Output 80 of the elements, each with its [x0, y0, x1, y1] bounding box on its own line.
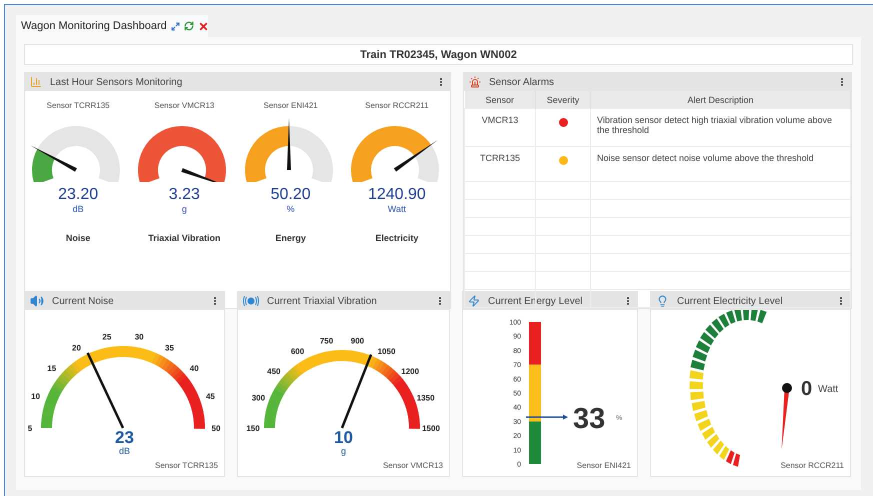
gauge-track — [414, 144, 439, 182]
gauge-value: 1240.90 — [368, 186, 426, 204]
dashboard-tab[interactable]: Wagon Monitoring Dashboard — [16, 15, 208, 37]
gauge-name: Energy — [275, 233, 306, 243]
gauge-name: Noise — [66, 233, 90, 243]
unit-label: dB — [118, 446, 130, 456]
unit-label: g — [182, 204, 187, 214]
gauge-needle — [30, 145, 78, 172]
gauge-value: 0 — [801, 378, 812, 400]
panel-title: Current Noise — [52, 296, 115, 306]
refresh-button[interactable] — [184, 21, 194, 31]
unit-label: dB — [72, 204, 84, 214]
panel-title: Current Triaxial Vibration — [267, 296, 378, 306]
tick-label: 40 — [189, 364, 198, 374]
tick-label: 600 — [290, 346, 304, 356]
tick-label: 900 — [350, 336, 364, 346]
table-cell: TCRR135 — [464, 146, 536, 182]
gauge-track — [288, 126, 333, 182]
tick-label: 20 — [72, 343, 80, 352]
tick-label: 150 — [246, 424, 260, 432]
table-cell: Vibration sensor detect high triaxial vibration volume above the threshold — [590, 108, 850, 146]
tick-label: 35 — [164, 343, 174, 352]
siren-icon — [469, 76, 481, 88]
unit-label: g — [340, 446, 346, 456]
close-button[interactable] — [198, 20, 209, 32]
sensor-label: Sensor VMCR13 — [154, 101, 214, 110]
gauge-value: 3.23 — [168, 186, 200, 204]
tick-label: 750 — [319, 336, 333, 346]
tick-label: 1050 — [377, 346, 395, 356]
tick-label: 50 — [211, 424, 220, 432]
unit-label: Watt — [818, 384, 838, 395]
gauge-name: Electricity — [375, 233, 418, 243]
lightbulb-icon — [656, 294, 669, 308]
column-header: Alert Description — [590, 91, 850, 108]
gauge-name: Triaxial Vibration — [148, 233, 221, 243]
tick-label: 30 — [134, 332, 144, 342]
bar-segment — [529, 364, 541, 422]
needle-pivot — [782, 383, 792, 393]
panel-title: Last Hour Sensors Monitoring — [50, 76, 184, 88]
vibration-icon — [243, 295, 259, 307]
level-marker — [526, 414, 568, 420]
sensor-label: Sensor RCCR211 — [365, 101, 429, 110]
tick-label: 1350 — [416, 394, 434, 403]
sensor-label: Sensor VMCR13 — [382, 461, 443, 470]
sensor-label: Sensor RCCR211 — [780, 461, 844, 470]
speaker-icon — [30, 294, 44, 308]
sensor-label: Sensor TCRR135 — [155, 461, 218, 470]
lightning-icon — [468, 295, 480, 307]
tick-label: 450 — [266, 366, 280, 376]
bar-segment — [529, 421, 541, 464]
tick-label: 1200 — [400, 366, 419, 376]
tick-label: 10 — [30, 392, 40, 402]
gauge-value: 23 — [115, 429, 134, 446]
sensor-label: Sensor TCRR135 — [46, 101, 110, 110]
column-header: Severity — [536, 91, 590, 108]
gauge-value: 10 — [334, 429, 353, 446]
column-header: Sensor — [464, 91, 536, 108]
energy-value: 33 — [573, 403, 606, 436]
tick-label: 1500 — [422, 424, 440, 432]
tick-label: 45 — [205, 392, 214, 402]
table-cell: VMCR13 — [464, 108, 536, 146]
gauge-value: 23.20 — [58, 186, 98, 204]
gauge-needle — [394, 140, 438, 172]
panel-title: Current Energy Level — [488, 296, 584, 306]
tick-label: 25 — [102, 332, 111, 342]
tick-label: 5 — [27, 424, 32, 432]
train-title: Train TR02345, Wagon WN002 — [24, 44, 853, 65]
bar-segment — [529, 322, 541, 365]
table-cell: Noise sensor detect noise volume above the threshold — [590, 146, 850, 182]
sensor-label: Sensor ENI421 — [263, 101, 318, 110]
unit-label: % — [286, 204, 295, 214]
unit-label: Watt — [388, 204, 406, 214]
expand-button[interactable] — [170, 22, 180, 30]
tick-label: 300 — [251, 394, 265, 403]
panel-title: Sensor Alarms — [489, 76, 556, 88]
gauge-value: 50.20 — [270, 186, 311, 204]
bar-chart-icon — [30, 76, 42, 88]
sensor-label: Sensor ENI421 — [576, 461, 631, 470]
tick-label: 15 — [46, 364, 56, 374]
panel-title: Current Electricity Level — [677, 296, 784, 306]
